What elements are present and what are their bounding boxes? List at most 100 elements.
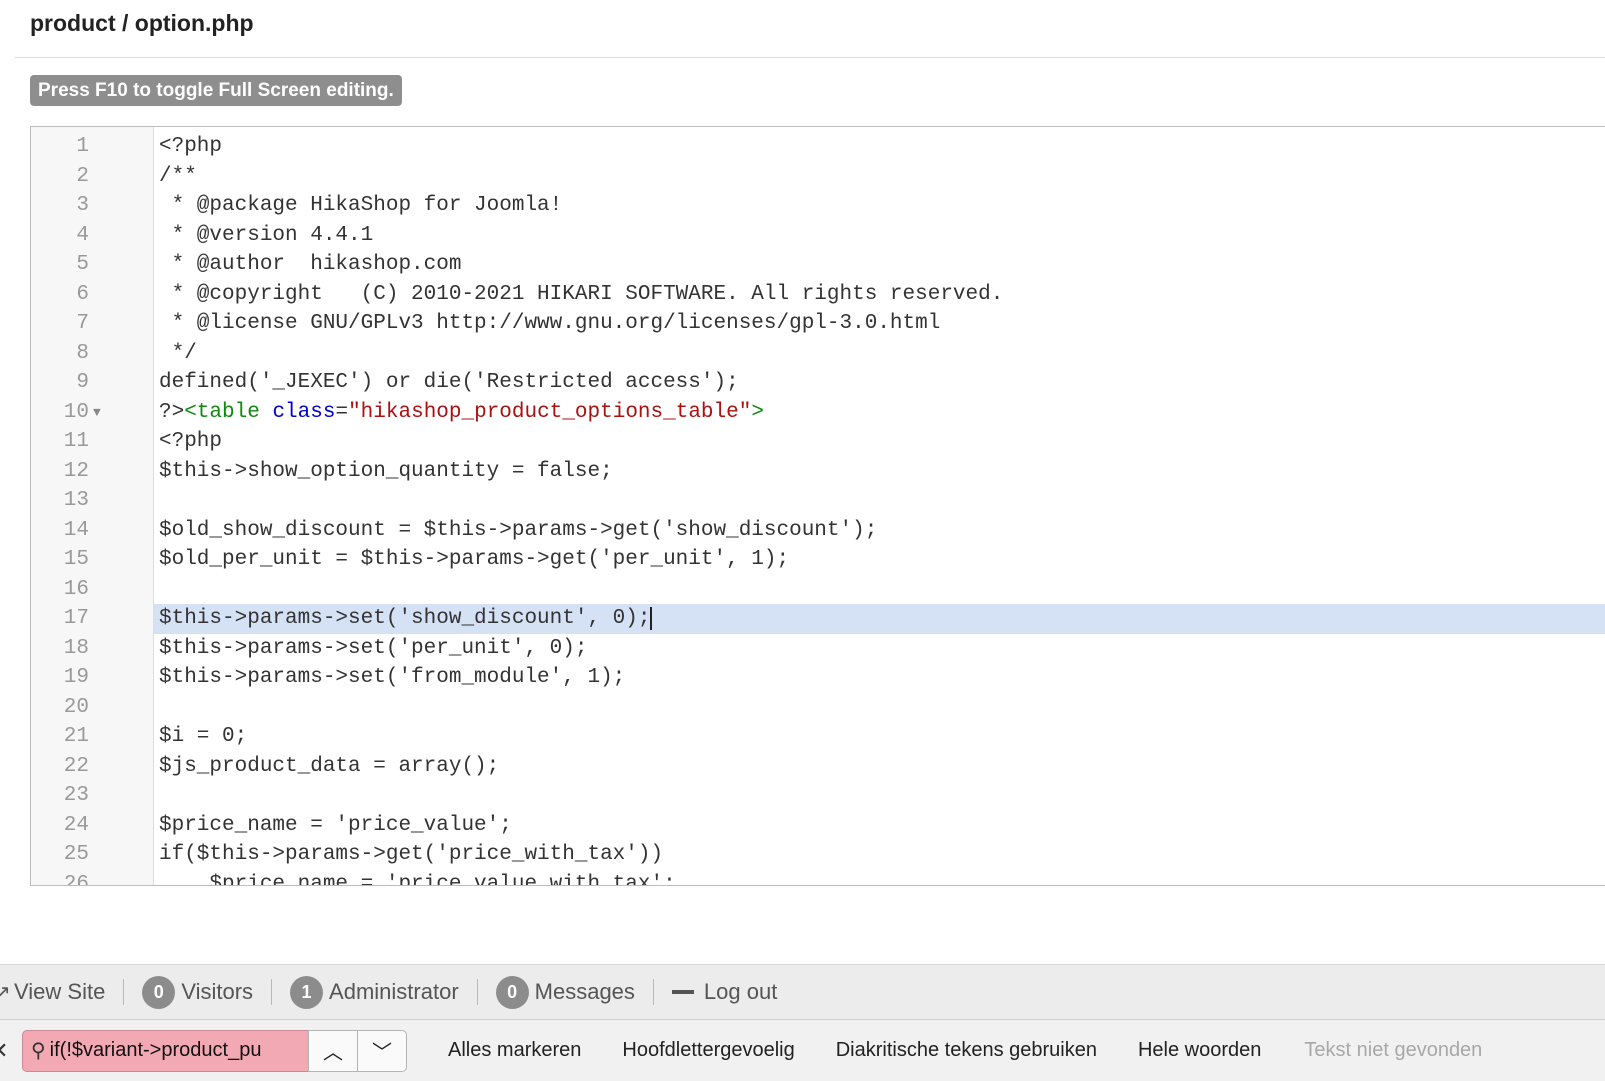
messages-count-badge: 0: [495, 975, 529, 1009]
find-next-button[interactable]: ﹀: [357, 1029, 407, 1072]
code-text[interactable]: */: [154, 339, 1605, 369]
admin-count-badge: 1: [290, 975, 324, 1009]
code-text[interactable]: $this->params->set('from_module', 1);: [154, 663, 1605, 693]
title-divider: [15, 57, 1605, 58]
code-line[interactable]: 5 * @author hikashop.com: [31, 250, 1605, 280]
line-number: 17: [63, 607, 89, 630]
code-token: $i = 0;: [159, 725, 248, 748]
code-text[interactable]: $price_name = 'price_value';: [154, 811, 1605, 841]
line-number: 10: [63, 400, 89, 424]
code-line[interactable]: 14 $old_show_discount = $this->params->ge…: [31, 516, 1605, 546]
code-token: * @copyright (C) 2010-2021 HIKARI SOFTWA…: [159, 282, 1004, 306]
code-line[interactable]: 6 * @copyright (C) 2010-2021 HIKARI SOFT…: [31, 280, 1605, 310]
code-token: "hikashop_product_options_table": [348, 400, 752, 424]
code-text[interactable]: * @author hikashop.com: [154, 250, 1605, 280]
code-text[interactable]: * @license GNU/GPLv3 http://www.gnu.org/…: [154, 309, 1605, 339]
code-line[interactable]: 17 $this->params->set('show_discount', 0)…: [31, 604, 1605, 634]
line-number: 2: [76, 164, 89, 188]
code-text[interactable]: * @version 4.4.1: [154, 221, 1605, 251]
code-editor[interactable]: 1 <?php 2 /** 3 * @package HikaShop for Joom…: [30, 126, 1605, 886]
code-text[interactable]: $price_name = 'price_value_with_tax';: [154, 870, 1605, 886]
code-line[interactable]: 4 * @version 4.4.1: [31, 221, 1605, 251]
line-number: 18: [63, 636, 89, 660]
code-line[interactable]: 2 /**: [31, 162, 1605, 192]
line-number: 26: [63, 872, 89, 886]
visitors-indicator[interactable]: 0 Visitors: [142, 965, 253, 1019]
code-text[interactable]: * @copyright (C) 2010-2021 HIKARI SOFTWA…: [154, 280, 1605, 310]
code-line[interactable]: 9 defined('_JEXEC') or die('Restricted ac…: [31, 368, 1605, 398]
code-line[interactable]: 26 $price_name = 'price_value_with_tax';: [31, 870, 1605, 886]
code-text[interactable]: $this->show_option_quantity = false;: [154, 457, 1605, 487]
line-number: 7: [76, 312, 89, 335]
whole-words-option[interactable]: Hele woorden: [1138, 1039, 1261, 1062]
line-number: 23: [63, 784, 89, 807]
code-token: * @package HikaShop for Joomla!: [159, 194, 563, 217]
code-text[interactable]: $old_per_unit = $this->params->get('per_…: [154, 545, 1605, 575]
code-token: <?php: [159, 430, 223, 453]
code-token: $old_per_unit = $this->params->get('per_…: [159, 548, 790, 571]
code-token: <?php: [159, 135, 223, 158]
code-token: $price_name = 'price_value_with_tax';: [159, 872, 676, 886]
line-number: 20: [63, 695, 89, 719]
line-number: 25: [63, 843, 89, 866]
code-text[interactable]: <?php: [154, 132, 1605, 162]
code-text[interactable]: $i = 0;: [154, 722, 1605, 752]
code-text[interactable]: <?php: [154, 427, 1605, 457]
logout-label: Log out: [703, 979, 778, 1004]
code-text[interactable]: /**: [154, 162, 1605, 192]
code-line[interactable]: 24 $price_name = 'price_value';: [31, 811, 1605, 841]
external-link-icon: ↗: [0, 981, 11, 1004]
messages-indicator[interactable]: 0 Messages: [495, 965, 635, 1019]
code-line[interactable]: 19 $this->params->set('from_module', 1);: [31, 663, 1605, 693]
code-text[interactable]: $this->params->set('show_discount', 0);: [154, 604, 1605, 634]
view-site-link[interactable]: ↗ View Site: [0, 965, 105, 1019]
code-text[interactable]: $js_product_data = array();: [154, 752, 1605, 782]
code-line[interactable]: 25 if($this->params->get('price_with_tax'…: [31, 840, 1605, 870]
code-line[interactable]: 1 <?php: [31, 132, 1605, 162]
code-token: class: [272, 400, 336, 424]
code-line[interactable]: 23: [31, 781, 1605, 811]
line-number: 5: [76, 253, 89, 276]
code-text[interactable]: $this->params->set('per_unit', 0);: [154, 634, 1605, 664]
logout-link[interactable]: Log out: [671, 965, 778, 1019]
code-line[interactable]: 3 * @package HikaShop for Joomla!: [31, 191, 1605, 221]
code-text[interactable]: defined('_JEXEC') or die('Restricted acc…: [154, 368, 1605, 398]
code-line[interactable]: 13: [31, 486, 1605, 516]
code-line[interactable]: 11 <?php: [31, 427, 1605, 457]
code-line[interactable]: 18 $this->params->set('per_unit', 0);: [31, 634, 1605, 664]
code-line[interactable]: 22 $js_product_data = array();: [31, 752, 1605, 782]
close-find-icon[interactable]: ✕: [0, 1038, 16, 1064]
code-token: defined('_JEXEC') or die('Restricted acc…: [159, 371, 739, 394]
code-text[interactable]: ?><table class="hikashop_product_options…: [154, 398, 1605, 428]
logout-icon: [671, 990, 694, 994]
code-line[interactable]: 21 $i = 0;: [31, 722, 1605, 752]
code-token: $this->params->set('from_module', 1);: [159, 666, 626, 689]
code-line[interactable]: 10 ▼ ?><table class="hikashop_product_opti…: [31, 398, 1605, 428]
code-text[interactable]: $old_show_discount = $this->params->get(…: [154, 516, 1605, 546]
find-previous-button[interactable]: ︿: [308, 1029, 358, 1072]
code-line[interactable]: 20: [31, 693, 1605, 723]
fold-toggle-icon[interactable]: ▼: [93, 398, 101, 428]
administrator-label: Administrator: [329, 979, 459, 1004]
bar-divider: [476, 979, 478, 1005]
match-case-option[interactable]: Hoofdlettergevoelig: [622, 1039, 794, 1062]
code-text[interactable]: * @package HikaShop for Joomla!: [154, 191, 1605, 221]
code-line[interactable]: 12 $this->show_option_quantity = false;: [31, 457, 1605, 487]
administrator-indicator[interactable]: 1 Administrator: [290, 965, 459, 1019]
code-line[interactable]: 16: [31, 575, 1605, 605]
code-text[interactable]: if($this->params->get('price_with_tax')): [154, 840, 1605, 870]
code-lines[interactable]: 1 <?php 2 /** 3 * @package HikaShop for Joom…: [31, 127, 1605, 885]
match-diacritics-option[interactable]: Diakritische tekens gebruiken: [836, 1039, 1097, 1062]
code-token: $price_name = 'price_value';: [159, 813, 512, 837]
code-line[interactable]: 8 */: [31, 339, 1605, 369]
line-number: 13: [63, 489, 89, 512]
highlight-all-option[interactable]: Alles markeren: [448, 1039, 581, 1062]
visitors-count-badge: 0: [142, 975, 176, 1009]
code-line[interactable]: 7 * @license GNU/GPLv3 http://www.gnu.or…: [31, 309, 1605, 339]
line-number: 1: [76, 135, 89, 158]
code-line[interactable]: 15 $old_per_unit = $this->params->get('pe…: [31, 545, 1605, 575]
find-input[interactable]: [49, 1039, 295, 1062]
browser-find-bar: ✕ ⚲ ︿ ﹀ Alles markeren Hoofdlettergevoel…: [0, 1019, 1605, 1081]
visitors-label: Visitors: [181, 979, 254, 1004]
line-number: 15: [63, 548, 89, 571]
